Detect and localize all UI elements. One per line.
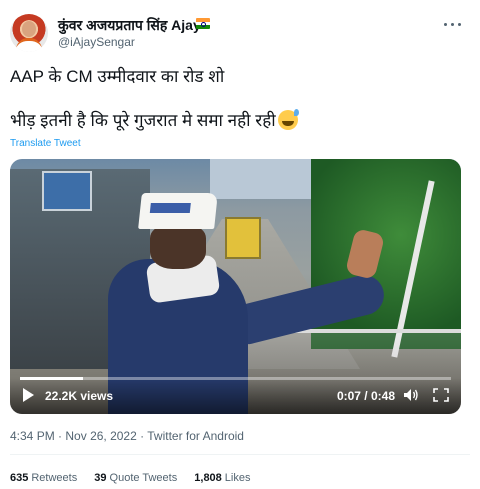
- video-shop-sign: [42, 171, 92, 211]
- video-time: 0:07 / 0:48: [336, 389, 395, 403]
- likes-label: Likes: [224, 472, 251, 484]
- quotes-count: 39: [94, 472, 107, 484]
- divider: [10, 454, 470, 455]
- retweets-stat[interactable]: 635 Retweets: [10, 472, 77, 484]
- video-views: 22.2K views: [45, 389, 114, 403]
- likes-count: 1,808: [194, 472, 222, 484]
- author-display-name[interactable]: कुंवर अजयप्रताप सिंह Ajay: [58, 16, 201, 35]
- translate-tweet-link[interactable]: Translate Tweet: [10, 138, 81, 149]
- grinning-sweat-emoji-icon: [277, 109, 299, 130]
- avatar[interactable]: [10, 14, 48, 52]
- tweet-text-line2-content: भीड़ इतनी है कि पूरे गुजरात मे समा नही र…: [10, 111, 276, 130]
- likes-stat[interactable]: 1,808 Likes: [194, 472, 250, 484]
- video-progress-fill: [20, 377, 83, 380]
- video-person-cap: [138, 193, 218, 229]
- tweet-card: कुंवर अजयप्रताप सिंह Ajay @iAjaySengar A…: [0, 0, 480, 489]
- video-progress-bar[interactable]: [20, 377, 451, 380]
- avatar-face: [22, 21, 36, 37]
- tweet-time[interactable]: 4:34 PM: [10, 429, 55, 443]
- video-player[interactable]: 22.2K views 0:07 / 0:48: [10, 159, 461, 414]
- quotes-stat[interactable]: 39 Quote Tweets: [94, 472, 177, 484]
- video-person-head: [150, 225, 206, 269]
- quotes-label: Quote Tweets: [109, 472, 178, 484]
- more-options-icon[interactable]: [444, 20, 462, 30]
- meta-separator: ·: [140, 429, 145, 443]
- tweet-date[interactable]: Nov 26, 2022: [65, 429, 136, 443]
- tweet-meta: 4:34 PM · Nov 26, 2022 · Twitter for And…: [10, 429, 244, 443]
- tweet-stats: 635 Retweets 39 Quote Tweets 1,808 Likes: [10, 472, 264, 484]
- retweets-label: Retweets: [31, 472, 78, 484]
- fullscreen-icon[interactable]: [433, 388, 449, 402]
- author-handle[interactable]: @iAjaySengar: [58, 35, 135, 49]
- play-icon[interactable]: [23, 388, 34, 402]
- meta-separator: ·: [58, 429, 63, 443]
- volume-icon[interactable]: [403, 388, 419, 402]
- tweet-text-line2: भीड़ इतनी है कि पूरे गुजरात मे समा नही र…: [10, 108, 299, 131]
- tweet-client[interactable]: Twitter for Android: [147, 429, 244, 443]
- india-flag-icon: [196, 18, 210, 29]
- avatar-body: [16, 38, 42, 52]
- tweet-text-line1: AAP के CM उम्मीदवार का रोड शो: [10, 67, 225, 86]
- retweets-count: 635: [10, 472, 29, 484]
